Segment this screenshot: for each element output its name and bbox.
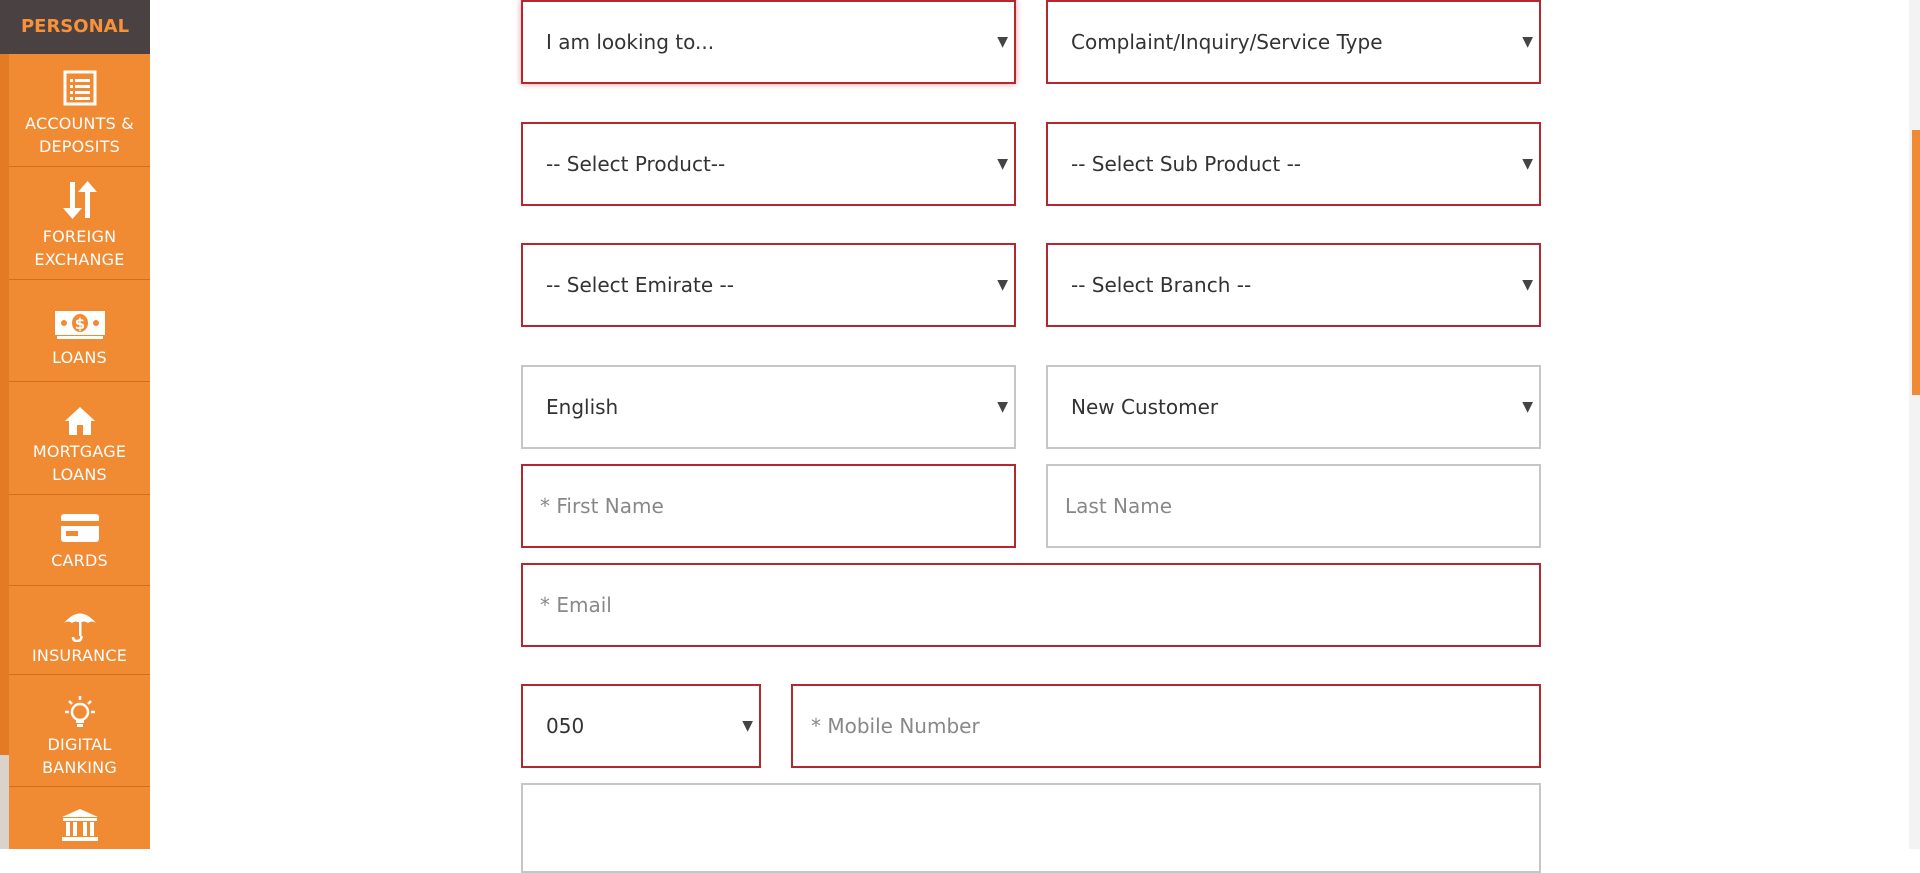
sidebar: PERSONAL ACCOUNTS & DEPOSITS FOREIGN EXC… bbox=[0, 0, 150, 849]
last-name-field[interactable]: Last Name bbox=[1046, 464, 1541, 548]
house-icon bbox=[64, 407, 95, 435]
dropdown-arrow-icon: ▼ bbox=[1522, 34, 1533, 50]
sub-product-select[interactable]: -- Select Sub Product -- ▼ bbox=[1046, 122, 1541, 206]
banknote-icon: $ bbox=[54, 311, 105, 339]
sidebar-edge bbox=[0, 0, 9, 849]
branch-select[interactable]: -- Select Branch -- ▼ bbox=[1046, 243, 1541, 327]
sub-product-value: -- Select Sub Product -- bbox=[1071, 152, 1301, 176]
mobile-number-placeholder: * Mobile Number bbox=[811, 714, 980, 738]
dropdown-arrow-icon: ▼ bbox=[1522, 399, 1533, 415]
dropdown-arrow-icon: ▼ bbox=[997, 399, 1008, 415]
sidebar-item-label: DIGITAL BANKING bbox=[42, 735, 117, 777]
dropdown-arrow-icon: ▼ bbox=[997, 277, 1008, 293]
dropdown-arrow-icon: ▼ bbox=[1522, 156, 1533, 172]
last-name-placeholder: Last Name bbox=[1065, 494, 1173, 518]
dropdown-arrow-icon: ▼ bbox=[1522, 277, 1533, 293]
sidebar-item-digital-banking[interactable]: DIGITAL BANKING bbox=[9, 675, 150, 787]
email-field[interactable]: * Email bbox=[521, 563, 1541, 647]
complaint-type-select[interactable]: Complaint/Inquiry/Service Type ▼ bbox=[1046, 0, 1541, 84]
svg-text:$: $ bbox=[74, 315, 84, 333]
sidebar-item-label: FOREIGN EXCHANGE bbox=[34, 227, 125, 269]
sidebar-item-mortgage-loans[interactable]: MORTGAGE LOANS bbox=[9, 382, 150, 495]
sidebar-item-bank[interactable] bbox=[9, 787, 150, 849]
sidebar-item-insurance[interactable]: INSURANCE bbox=[9, 586, 150, 675]
sidebar-item-accounts-deposits[interactable]: ACCOUNTS & DEPOSITS bbox=[9, 54, 150, 167]
product-select[interactable]: -- Select Product-- ▼ bbox=[521, 122, 1016, 206]
sidebar-item-label: MORTGAGE LOANS bbox=[32, 442, 127, 484]
product-value: -- Select Product-- bbox=[546, 152, 726, 176]
looking-to-select[interactable]: I am looking to... ▼ bbox=[521, 0, 1016, 84]
first-name-field[interactable]: * First Name bbox=[521, 464, 1016, 548]
page-scrollbar[interactable] bbox=[1909, 0, 1920, 849]
umbrella-icon bbox=[63, 613, 96, 642]
sidebar-header-personal[interactable]: PERSONAL bbox=[0, 0, 150, 54]
dropdown-arrow-icon: ▼ bbox=[997, 156, 1008, 172]
sidebar-item-loans[interactable]: $ LOANS bbox=[9, 280, 150, 382]
mobile-prefix-value: 050 bbox=[546, 714, 585, 738]
dropdown-arrow-icon: ▼ bbox=[997, 34, 1008, 50]
sidebar-item-label: INSURANCE bbox=[31, 646, 128, 665]
customer-type-value: New Customer bbox=[1071, 395, 1219, 419]
lightbulb-icon bbox=[64, 696, 95, 727]
dropdown-arrow-icon: ▼ bbox=[742, 718, 753, 734]
scrollbar-thumb[interactable] bbox=[1912, 130, 1920, 395]
branch-value: -- Select Branch -- bbox=[1071, 273, 1252, 297]
customer-type-select[interactable]: New Customer ▼ bbox=[1046, 365, 1541, 449]
emirate-select[interactable]: -- Select Emirate -- ▼ bbox=[521, 243, 1016, 327]
message-textarea[interactable] bbox=[521, 783, 1541, 873]
mobile-prefix-select[interactable]: 050 ▼ bbox=[521, 684, 761, 768]
list-icon bbox=[63, 70, 96, 106]
bank-icon bbox=[61, 809, 98, 841]
language-select[interactable]: English ▼ bbox=[521, 365, 1016, 449]
sidebar-item-label: ACCOUNTS & DEPOSITS bbox=[25, 114, 134, 156]
card-icon bbox=[60, 514, 99, 542]
up-down-arrows-icon bbox=[62, 181, 97, 219]
emirate-value: -- Select Emirate -- bbox=[546, 273, 734, 297]
sidebar-item-cards[interactable]: CARDS bbox=[9, 495, 150, 586]
complaint-type-value: Complaint/Inquiry/Service Type bbox=[1071, 30, 1383, 54]
email-placeholder: * Email bbox=[540, 593, 612, 617]
sidebar-item-foreign-exchange[interactable]: FOREIGN EXCHANGE bbox=[9, 167, 150, 280]
sidebar-item-label: CARDS bbox=[51, 551, 108, 570]
mobile-number-field[interactable]: * Mobile Number bbox=[791, 684, 1541, 768]
first-name-placeholder: * First Name bbox=[540, 494, 664, 518]
sidebar-item-label: LOANS bbox=[52, 348, 107, 367]
looking-to-value: I am looking to... bbox=[546, 30, 715, 54]
language-value: English bbox=[546, 395, 619, 419]
